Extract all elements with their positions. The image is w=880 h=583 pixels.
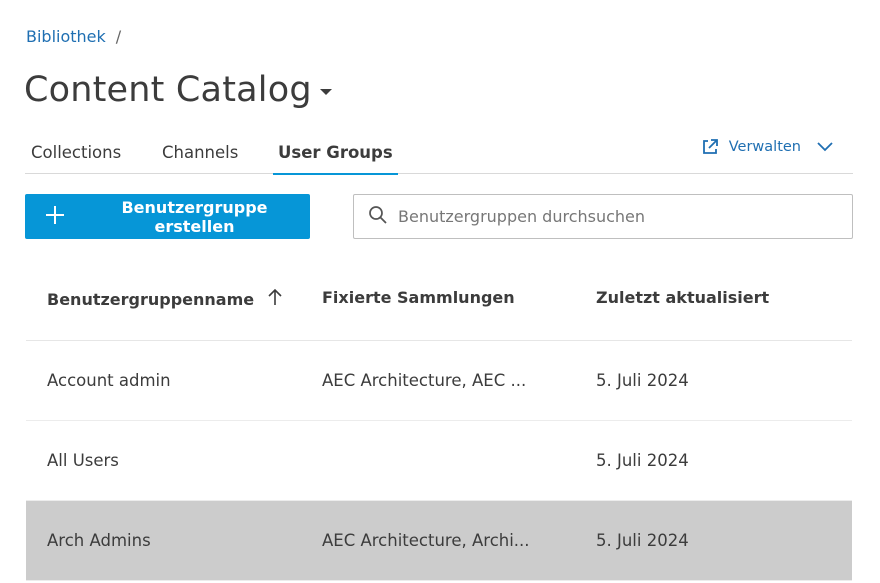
- table-row-selected[interactable]: Arch Admins AEC Architecture, Archi... 5…: [26, 501, 852, 581]
- tab-channels[interactable]: Channels: [162, 136, 238, 174]
- content-catalog-page: Bibliothek / Content Catalog Collections…: [0, 0, 880, 583]
- catalog-title-dropdown[interactable]: Content Catalog: [24, 70, 332, 110]
- cell-last-updated: 5. Juli 2024: [596, 531, 689, 550]
- search-field[interactable]: [353, 194, 853, 239]
- page-title: Content Catalog: [24, 70, 312, 110]
- column-header-last-updated[interactable]: Zuletzt aktualisiert: [596, 288, 769, 307]
- cell-pinned-collections: AEC Architecture, Archi...: [322, 531, 530, 550]
- cell-pinned-collections: AEC Architecture, AEC ...: [322, 371, 527, 390]
- breadcrumb-link-bibliothek[interactable]: Bibliothek: [26, 27, 106, 46]
- table-row[interactable]: All Users 5. Juli 2024: [26, 421, 852, 501]
- cell-group-name: Arch Admins: [47, 531, 151, 550]
- external-link-icon: [701, 138, 719, 156]
- cell-last-updated: 5. Juli 2024: [596, 371, 689, 390]
- plus-icon: [45, 205, 65, 229]
- create-button-label: Benutzergruppe erstellen: [121, 197, 268, 236]
- breadcrumb: Bibliothek /: [26, 27, 121, 46]
- column-label: Benutzergruppenname: [47, 289, 255, 309]
- tab-collections[interactable]: Collections: [31, 136, 121, 174]
- tab-user-groups[interactable]: User Groups: [273, 136, 398, 175]
- cell-group-name: All Users: [47, 451, 119, 470]
- search-icon: [368, 205, 388, 229]
- column-header-name[interactable]: Benutzergruppenname: [47, 288, 282, 310]
- create-user-group-button[interactable]: Benutzergruppe erstellen: [25, 194, 310, 239]
- cell-group-name: Account admin: [47, 371, 171, 390]
- cell-last-updated: 5. Juli 2024: [596, 451, 689, 470]
- tab-bar: Collections Channels User Groups Verwalt…: [25, 136, 853, 175]
- caret-down-icon: [319, 89, 332, 95]
- breadcrumb-separator: /: [115, 27, 122, 46]
- table-row[interactable]: Account admin AEC Architecture, AEC ... …: [26, 341, 852, 421]
- user-groups-table: Benutzergruppenname Fixierte Sammlungen …: [26, 258, 852, 581]
- sort-ascending-arrow-icon[interactable]: [268, 288, 282, 310]
- search-input[interactable]: [398, 207, 838, 226]
- manage-label: Verwalten: [728, 139, 801, 155]
- manage-dropdown[interactable]: Verwalten: [701, 138, 833, 156]
- table-header: Benutzergruppenname Fixierte Sammlungen …: [26, 258, 852, 341]
- column-header-pinned-collections[interactable]: Fixierte Sammlungen: [322, 288, 515, 307]
- chevron-down-icon: [817, 142, 833, 152]
